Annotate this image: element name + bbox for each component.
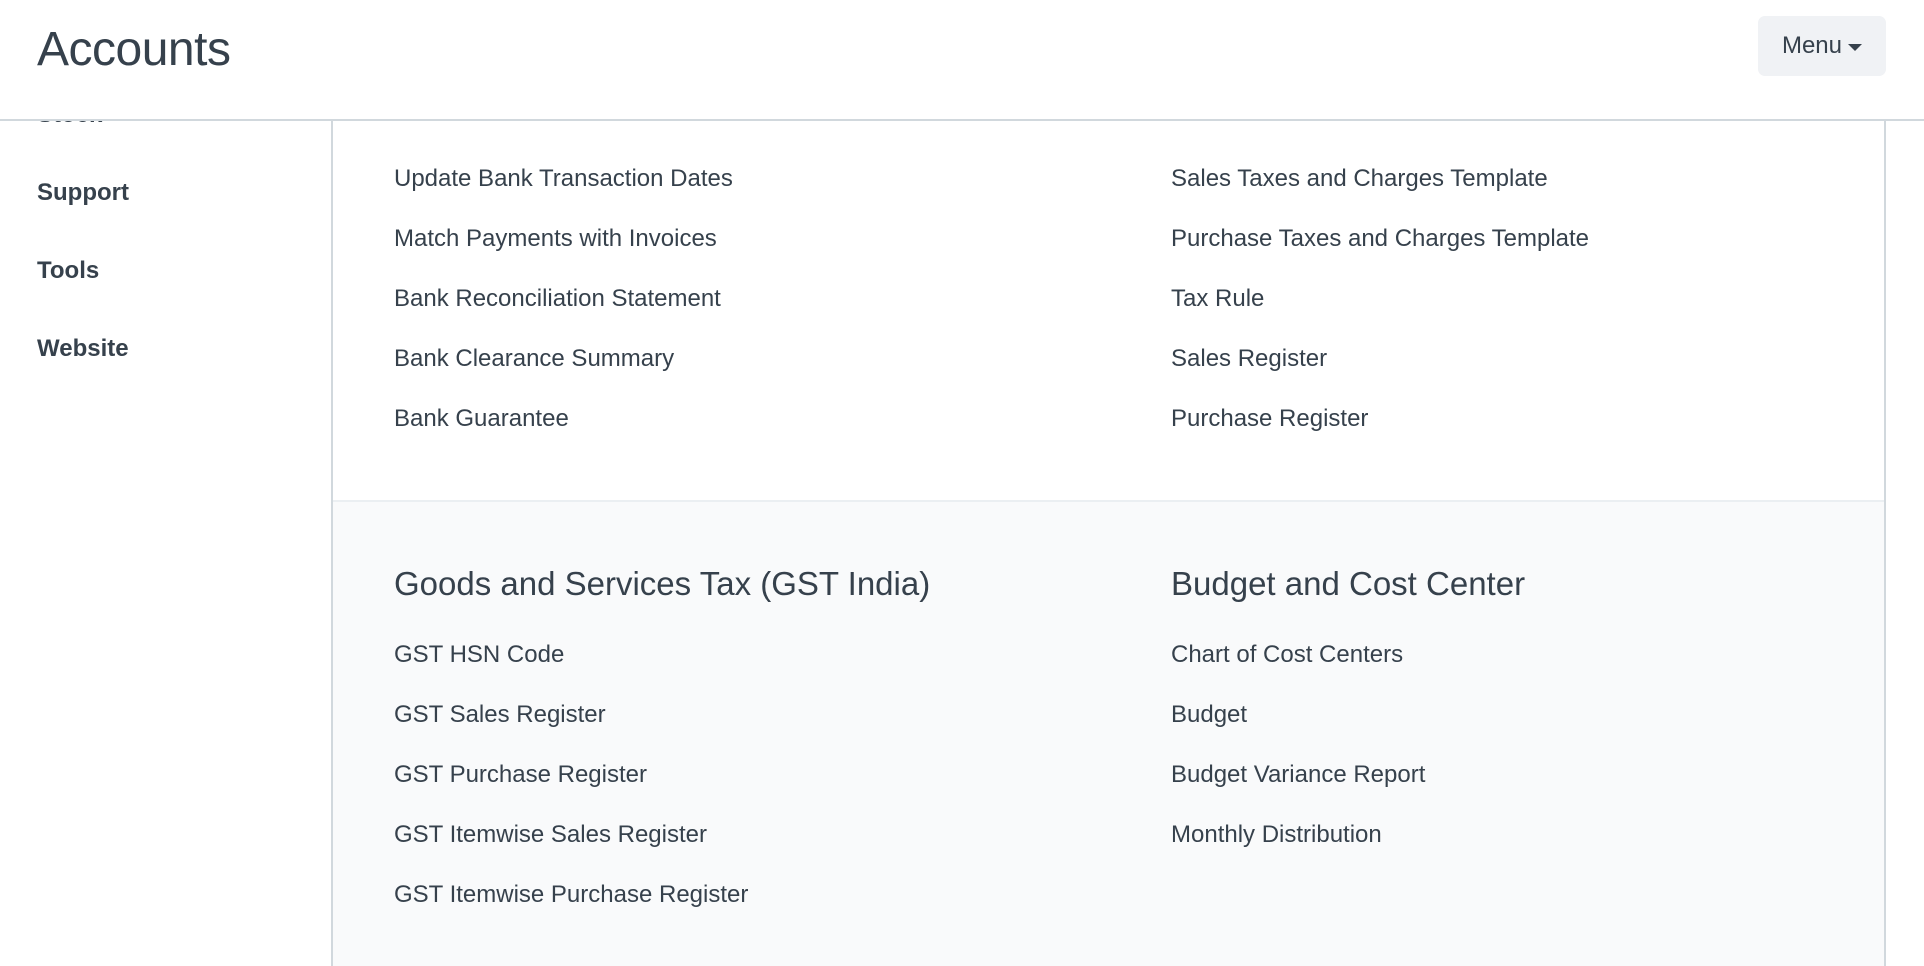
link-sales-taxes-and-charges-template[interactable]: Sales Taxes and Charges Template: [1171, 164, 1548, 194]
page: Stock Support Tools Website Banking and …: [0, 0, 1924, 966]
module-panel: Banking and Payments Update Bank Transac…: [331, 0, 1886, 966]
link-purchase-register[interactable]: Purchase Register: [1171, 404, 1368, 434]
menu-button-label: Menu: [1781, 32, 1843, 59]
page-title: Accounts: [37, 23, 231, 76]
link-budget-variance-report[interactable]: Budget Variance Report: [1171, 760, 1425, 790]
section-heading-budget: Budget and Cost Center: [1171, 565, 1526, 602]
link-budget[interactable]: Budget: [1171, 700, 1247, 730]
link-gst-itemwise-sales-register[interactable]: GST Itemwise Sales Register: [394, 820, 707, 850]
section-gst-and-budget: Goods and Services Tax (GST India) GST H…: [333, 502, 1884, 966]
sidebar-item-tools[interactable]: Tools: [37, 256, 99, 286]
link-bank-clearance-summary[interactable]: Bank Clearance Summary: [394, 344, 674, 374]
link-chart-of-cost-centers[interactable]: Chart of Cost Centers: [1171, 640, 1403, 670]
sidebar: Stock Support Tools Website: [0, 0, 331, 966]
sidebar-item-website[interactable]: Website: [37, 334, 129, 364]
link-purchase-taxes-and-charges-template[interactable]: Purchase Taxes and Charges Template: [1171, 224, 1589, 254]
page-header: Accounts Menu: [0, 0, 1924, 121]
link-match-payments-with-invoices[interactable]: Match Payments with Invoices: [394, 224, 717, 254]
link-sales-register[interactable]: Sales Register: [1171, 344, 1327, 374]
section-heading-gst: Goods and Services Tax (GST India): [394, 565, 931, 602]
link-gst-hsn-code[interactable]: GST HSN Code: [394, 640, 564, 670]
link-gst-purchase-register[interactable]: GST Purchase Register: [394, 760, 647, 790]
link-tax-rule[interactable]: Tax Rule: [1171, 284, 1264, 314]
link-gst-sales-register[interactable]: GST Sales Register: [394, 700, 606, 730]
link-bank-guarantee[interactable]: Bank Guarantee: [394, 404, 569, 434]
sidebar-item-support[interactable]: Support: [37, 178, 129, 208]
link-update-bank-transaction-dates[interactable]: Update Bank Transaction Dates: [394, 164, 733, 194]
menu-button[interactable]: Menu: [1758, 16, 1886, 76]
link-gst-itemwise-purchase-register[interactable]: GST Itemwise Purchase Register: [394, 880, 748, 910]
link-monthly-distribution[interactable]: Monthly Distribution: [1171, 820, 1382, 850]
link-bank-reconciliation-statement[interactable]: Bank Reconciliation Statement: [394, 284, 721, 314]
caret-down-icon: [1848, 44, 1863, 51]
